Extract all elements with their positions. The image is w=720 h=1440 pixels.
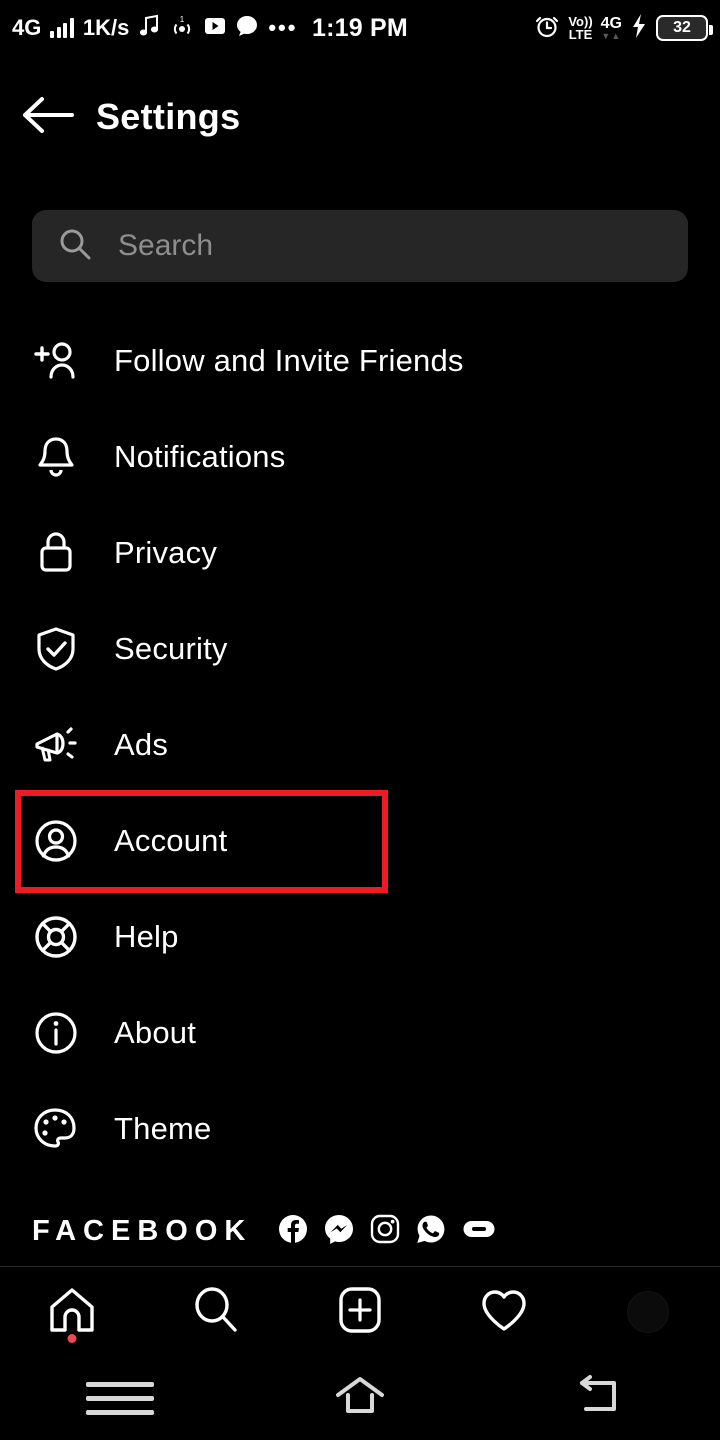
tab-create[interactable] — [288, 1267, 432, 1357]
back-arrow-icon — [20, 93, 76, 142]
status-bar-left: 4G 1K/s 1 ••• — [0, 14, 297, 43]
nav-recents-button[interactable] — [0, 1373, 240, 1424]
music-note-icon — [138, 14, 160, 43]
search-input[interactable]: Search — [118, 229, 213, 263]
info-circle-icon — [32, 1009, 80, 1057]
tab-profile[interactable] — [576, 1267, 720, 1357]
menu-item-label: Theme — [114, 1111, 212, 1146]
whatsapp-icon[interactable] — [416, 1214, 446, 1249]
menu-item-label: Privacy — [114, 535, 218, 570]
bell-icon — [32, 433, 80, 481]
shield-check-icon — [32, 625, 80, 673]
app-header: Settings — [0, 56, 720, 178]
data-rate-label: 1K/s — [82, 15, 130, 40]
plus-square-icon — [334, 1284, 386, 1341]
data-arrows-icon: ▼▲ — [601, 30, 622, 41]
network-type-label: 4G — [12, 15, 42, 40]
charging-bolt-icon — [630, 13, 648, 44]
facebook-icon[interactable] — [278, 1214, 308, 1249]
messenger-icon[interactable] — [324, 1214, 354, 1249]
account-circle-icon — [32, 817, 80, 865]
menu-item-label: Ads — [114, 727, 169, 762]
menu-item-account[interactable]: Account — [0, 793, 720, 889]
menu-item-label: Help — [114, 919, 179, 954]
battery-indicator: 32 — [656, 15, 713, 41]
volte-bottom-label: LTE — [568, 27, 593, 42]
megaphone-icon — [32, 721, 80, 769]
menu-item-about[interactable]: About — [0, 985, 720, 1081]
settings-menu: Follow and Invite Friends Notifications … — [0, 313, 720, 1177]
more-dots-icon: ••• — [268, 15, 298, 40]
menu-item-ads[interactable]: Ads — [0, 697, 720, 793]
play-video-icon — [204, 16, 226, 41]
facebook-app-icons — [278, 1214, 496, 1249]
palette-icon — [32, 1105, 80, 1153]
search-icon — [58, 227, 92, 266]
alarm-clock-icon — [534, 13, 560, 44]
network-right-label: 4G — [600, 14, 622, 32]
menu-item-privacy[interactable]: Privacy — [0, 505, 720, 601]
menu-item-security[interactable]: Security — [0, 601, 720, 697]
menu-item-label: Follow and Invite Friends — [114, 343, 464, 378]
network-indicator-right: 4G ▼▲ — [600, 14, 622, 41]
nav-home-button[interactable] — [240, 1373, 480, 1424]
search-bar[interactable]: Search — [32, 210, 688, 282]
vibrate-icon: 1 — [169, 14, 195, 43]
svg-text:1: 1 — [180, 15, 185, 24]
bottom-tab-bar — [0, 1267, 720, 1357]
status-bar: 4G 1K/s 1 ••• 1:19 PM Vo)) LTE 4G ▼▲ 32 — [0, 0, 720, 56]
tab-home[interactable] — [0, 1267, 144, 1357]
page-title: Settings — [96, 96, 241, 137]
facebook-footer: FACEBOOK — [32, 1206, 688, 1256]
android-nav-bar — [0, 1357, 720, 1440]
menu-item-label: About — [114, 1015, 197, 1050]
search-container: Search — [32, 210, 688, 282]
menu-item-label: Notifications — [114, 439, 286, 474]
menu-item-label: Security — [114, 631, 228, 666]
menu-item-help[interactable]: Help — [0, 889, 720, 985]
menu-item-label: Account — [114, 823, 228, 858]
lock-icon — [32, 529, 80, 577]
back-return-icon — [572, 1373, 628, 1424]
heart-icon — [478, 1284, 530, 1341]
tab-search[interactable] — [144, 1267, 288, 1357]
menu-lines-icon — [86, 1373, 154, 1424]
person-add-icon — [32, 337, 80, 385]
signal-bars-icon — [50, 18, 74, 38]
chat-bubble-icon — [235, 15, 259, 42]
facebook-brand-label: FACEBOOK — [32, 1214, 253, 1247]
menu-item-notifications[interactable]: Notifications — [0, 409, 720, 505]
search-icon — [190, 1284, 242, 1341]
menu-item-follow-and-invite-friends[interactable]: Follow and Invite Friends — [0, 313, 720, 409]
status-clock: 1:19 PM — [312, 13, 408, 42]
avatar-icon — [627, 1291, 669, 1333]
status-bar-right: Vo)) LTE 4G ▼▲ 32 — [534, 13, 720, 44]
home-badge-dot — [67, 1334, 77, 1343]
lifebuoy-icon — [32, 913, 80, 961]
home-outline-icon — [330, 1373, 390, 1424]
tab-activity[interactable] — [432, 1267, 576, 1357]
battery-level-label: 32 — [673, 19, 691, 36]
back-button[interactable] — [0, 93, 96, 142]
phone-screen: 4G 1K/s 1 ••• 1:19 PM Vo)) LTE 4G ▼▲ 32 … — [0, 0, 720, 1440]
volte-indicator: Vo)) LTE — [568, 15, 592, 41]
menu-item-theme[interactable]: Theme — [0, 1081, 720, 1177]
oculus-icon[interactable] — [462, 1216, 496, 1247]
nav-back-button[interactable] — [480, 1373, 720, 1424]
instagram-icon[interactable] — [370, 1214, 400, 1249]
home-icon — [46, 1284, 98, 1341]
